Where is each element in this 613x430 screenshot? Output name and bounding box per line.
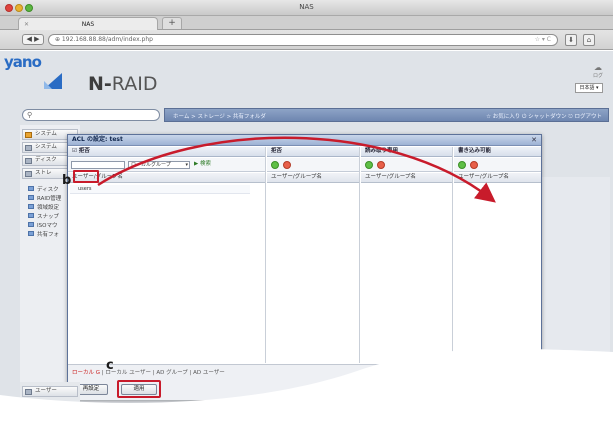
- search-icon: ⚲: [27, 111, 33, 119]
- window-title: NAS: [299, 3, 314, 11]
- sidebar-item-share[interactable]: 共有フォ: [28, 230, 59, 238]
- sidebar-item-label: RAID管理: [37, 196, 62, 202]
- content-panel: [540, 177, 610, 425]
- column-tools: [454, 158, 541, 172]
- column-header: ☑ 拒否: [68, 147, 265, 157]
- acl-dialog: ACL の設定: test ✕ ☑ 拒否 ローカルグループ ▾ ▶ 検索 ユーザー…: [67, 134, 542, 400]
- language-value: 日本語: [579, 85, 595, 91]
- list-item-text: users: [78, 186, 92, 192]
- search-button[interactable]: ▶ 検索: [194, 160, 211, 169]
- column-header: 読み取り専用: [361, 147, 452, 157]
- search-input[interactable]: ⚲: [22, 109, 160, 121]
- window-titlebar: NAS: [0, 0, 613, 16]
- remove-icon[interactable]: [283, 161, 291, 169]
- back-forward-buttons[interactable]: ◀ ▶: [22, 34, 44, 45]
- sidebar-item-raid[interactable]: RAID管理: [28, 194, 61, 202]
- legend-local-group: ローカル G: [72, 370, 101, 376]
- legend-text: ローカル G | ローカル ユーザー | AD グループ | AD ユーザー: [72, 368, 225, 376]
- add-icon[interactable]: [365, 161, 373, 169]
- search-label: 検索: [199, 161, 211, 167]
- product-name: RAID: [111, 73, 158, 95]
- sidebar-item-label: ISOマウ: [37, 223, 58, 229]
- sidebar-item-label: 領域設定: [37, 205, 60, 211]
- remove-icon[interactable]: [377, 161, 385, 169]
- select-value: ローカルグループ: [131, 162, 171, 168]
- browser-tab[interactable]: ✕ NAS: [18, 17, 158, 30]
- sidebar-section-label: システム: [35, 131, 57, 137]
- remove-icon[interactable]: [470, 161, 478, 169]
- sidebar-section-label: ユーザー: [35, 388, 57, 394]
- home-icon[interactable]: ⌂: [583, 34, 595, 46]
- sidebar-bottom: ユーザー: [20, 382, 80, 422]
- column-subheader: ユーザー/グループ名: [454, 173, 541, 183]
- tab-close-icon[interactable]: ✕: [24, 21, 29, 28]
- dialog-title-text: ACL の設定: test: [72, 136, 123, 143]
- logout-header-link[interactable]: ☁ ログ: [589, 63, 607, 79]
- annotation-c: c: [106, 358, 114, 373]
- share-folder-icon: [28, 231, 34, 236]
- volume-icon: [28, 204, 34, 209]
- sidebar-section-label: システム: [35, 144, 57, 150]
- user-icon: [25, 389, 32, 395]
- sidebar-item-snapshot[interactable]: スナップ: [28, 212, 59, 220]
- iso-icon: [28, 222, 34, 227]
- acl-column-writable: 書き込み可能 ユーザー/グループ名: [454, 147, 541, 363]
- header-right-label: ログ: [592, 73, 603, 79]
- product-prefix: N-: [88, 73, 112, 95]
- download-icon[interactable]: ⬇: [565, 34, 577, 46]
- column-subheader: ユーザー/グループ名: [267, 173, 359, 183]
- disk-icon: [25, 158, 32, 164]
- language-select[interactable]: 日本語 ▾: [575, 83, 603, 93]
- tab-label: NAS: [81, 21, 95, 28]
- tab-bar: ✕ NAS +: [0, 16, 613, 30]
- url-text: ⊕ 192.168.88.88/adm/index.php: [55, 36, 153, 43]
- list-item[interactable]: users: [70, 185, 250, 194]
- sidebar-item-label: ディスク: [37, 187, 59, 193]
- highlight-apply-button: [117, 380, 161, 398]
- add-icon[interactable]: [271, 161, 279, 169]
- dialog-title: ACL の設定: test ✕: [68, 135, 541, 146]
- sidebar-item-label: スナップ: [37, 214, 60, 220]
- sidebar-section-label: ディスク: [35, 157, 57, 163]
- annotation-b: b: [62, 173, 72, 188]
- column-header: 書き込み可能: [454, 147, 541, 157]
- user-filter-input[interactable]: [71, 161, 125, 169]
- sidebar-item-volume[interactable]: 領域設定: [28, 203, 59, 211]
- browser-toolbar: ◀ ▶ ⊕ 192.168.88.88/adm/index.php ☆ ▾ C …: [0, 30, 613, 50]
- top-nav-links[interactable]: ☆ お気に入り ⏻ シャットダウン ⎋ ログアウト: [486, 112, 602, 121]
- acl-column-deny: 拒否 ユーザー/グループ名: [267, 147, 360, 363]
- group-type-select[interactable]: ローカルグループ ▾: [128, 161, 190, 169]
- disk-icon: [28, 186, 34, 191]
- user-icon: ☁: [594, 63, 602, 72]
- highlight-users-row: [73, 170, 99, 183]
- folder-icon: [25, 132, 32, 138]
- acl-column-readonly: 読み取り専用 ユーザー/グループ名: [361, 147, 453, 363]
- close-icon[interactable]: ✕: [531, 135, 537, 145]
- product-logo: N-RAID: [88, 73, 157, 95]
- nraid-logo-icon: [44, 73, 62, 89]
- sidebar-section-user[interactable]: ユーザー: [22, 386, 78, 397]
- tools-icon: [25, 145, 32, 151]
- yano-logo: yano: [4, 53, 42, 71]
- legend-rest: | ローカル ユーザー | AD グループ | AD ユーザー: [100, 370, 225, 376]
- storage-icon: [25, 171, 32, 177]
- add-icon[interactable]: [458, 161, 466, 169]
- address-bar[interactable]: ⊕ 192.168.88.88/adm/index.php ☆ ▾ C: [48, 34, 558, 46]
- column-tools: [361, 158, 452, 172]
- column-subheader: ユーザー/グループ名: [361, 173, 452, 183]
- column-header: 拒否: [267, 147, 359, 157]
- column-tools: [267, 158, 359, 172]
- sidebar-item-iso[interactable]: ISOマウ: [28, 221, 57, 229]
- reload-icon[interactable]: ☆ ▾ C: [535, 35, 551, 45]
- sidebar-item-disk[interactable]: ディスク: [28, 185, 59, 193]
- sidebar-item-label: 共有フォ: [37, 232, 60, 238]
- raid-icon: [28, 195, 34, 200]
- chevron-down-icon: ▾: [185, 162, 188, 168]
- breadcrumb: ホーム > ストレージ > 共有フォルダ: [173, 114, 266, 120]
- new-tab-button[interactable]: +: [162, 17, 182, 29]
- breadcrumb-bar: ホーム > ストレージ > 共有フォルダ ☆ お気に入り ⏻ シャットダウン ⎋…: [164, 108, 609, 122]
- sidebar-section-label: ストレ: [35, 170, 52, 176]
- dialog-footer: ローカル G | ローカル ユーザー | AD グループ | AD ユーザー 再…: [68, 364, 541, 400]
- snapshot-icon: [28, 213, 34, 218]
